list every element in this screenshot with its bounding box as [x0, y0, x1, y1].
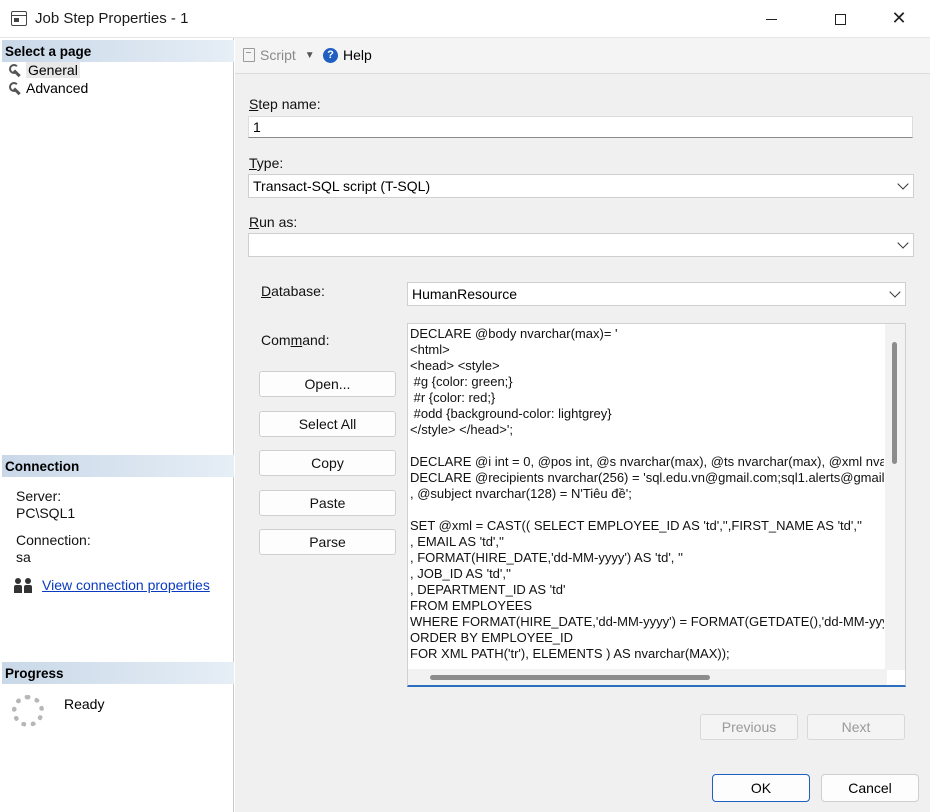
command-line: [410, 502, 884, 518]
help-button[interactable]: ? Help: [323, 47, 372, 63]
wrench-icon: [8, 81, 22, 95]
run-as-select[interactable]: [248, 233, 914, 257]
ok-button-label: OK: [750, 780, 772, 796]
chevron-down-icon: [897, 178, 909, 190]
command-line: FOR XML PATH('tr'), ELEMENTS ) AS nvarch…: [410, 646, 730, 661]
maximize-button[interactable]: [817, 0, 863, 38]
copy-button[interactable]: Copy: [259, 450, 396, 476]
window-icon: [11, 11, 27, 26]
command-line: #g {color: green;}: [410, 374, 513, 389]
close-icon: ✕: [891, 8, 907, 29]
minimize-icon: [765, 18, 777, 20]
command-line: , DEPARTMENT_ID AS 'td': [410, 582, 566, 597]
step-name-label: Step name:: [249, 96, 321, 112]
connection-header: Connection: [2, 455, 234, 477]
type-label: Type:: [249, 155, 284, 171]
step-name-input[interactable]: 1: [248, 116, 913, 138]
chevron-down-icon: [889, 286, 901, 298]
command-line: , @subject nvarchar(128) = N'Tiêu đề';: [410, 486, 632, 501]
command-line: #odd {background-color: lightgrey}: [410, 406, 612, 421]
command-line: , FORMAT(HIRE_DATE,'dd-MM-yyyy') AS 'td'…: [410, 550, 683, 565]
next-button-label: Next: [841, 719, 871, 735]
chevron-down-icon[interactable]: ▼: [305, 50, 315, 61]
command-line: <html>: [410, 342, 450, 357]
parse-button-label: Parse: [309, 534, 346, 550]
server-value: PC\SQL1: [16, 505, 76, 521]
command-line: DECLARE @recipients nvarchar(256) = 'sql…: [410, 470, 884, 485]
window-title: Job Step Properties - 1: [35, 10, 189, 27]
script-label: Script: [260, 47, 296, 63]
command-line: #r {color: red;}: [410, 390, 496, 405]
paste-button[interactable]: Paste: [259, 490, 396, 516]
progress-spinner-icon: [12, 695, 44, 727]
select-all-button[interactable]: Select All: [259, 411, 396, 437]
dialog-button-bar: OK Cancel: [235, 772, 930, 812]
maximize-icon: [834, 13, 846, 25]
connection-label: Connection:: [16, 532, 91, 548]
connection-properties-icon: [14, 578, 36, 594]
command-textarea[interactable]: DECLARE @body nvarchar(max)= ' <html> <hea…: [407, 323, 906, 687]
close-button[interactable]: ✕: [876, 0, 922, 38]
progress-header: Progress: [2, 662, 234, 684]
vertical-scrollbar[interactable]: [885, 324, 905, 670]
type-select-value: Transact-SQL script (T-SQL): [253, 178, 431, 194]
help-label: Help: [343, 47, 372, 63]
server-label: Server:: [16, 488, 62, 504]
main-panel: Script ▼ ? Help Step name: 1 Type: Trans…: [235, 38, 930, 772]
database-label: Database:: [261, 283, 325, 299]
progress-status: Ready: [64, 696, 105, 712]
database-select[interactable]: HumanResource: [407, 282, 906, 306]
paste-button-label: Paste: [309, 495, 346, 511]
command-line: DECLARE @body nvarchar(max)= ': [410, 326, 618, 341]
cancel-button-label: Cancel: [848, 780, 892, 796]
command-line: WHERE FORMAT(HIRE_DATE,'dd-MM-yyyy') = F…: [410, 614, 884, 629]
next-button[interactable]: Next: [807, 714, 905, 740]
view-connection-properties-link[interactable]: View connection properties: [42, 577, 210, 593]
command-label: Command:: [261, 332, 330, 348]
command-line: <head> <style>: [410, 358, 500, 373]
vertical-scroll-thumb[interactable]: [892, 342, 897, 464]
horizontal-scroll-thumb[interactable]: [430, 675, 710, 680]
page-item-general[interactable]: General: [8, 62, 80, 78]
connection-value: sa: [16, 549, 31, 565]
command-line: </style> </head>';: [410, 422, 513, 437]
copy-button-label: Copy: [311, 455, 344, 471]
command-line: , EMAIL AS 'td','': [410, 534, 504, 549]
previous-button[interactable]: Previous: [700, 714, 798, 740]
command-line: ORDER BY EMPLOYEE_ID: [410, 630, 574, 645]
page-item-advanced[interactable]: Advanced: [8, 80, 88, 96]
title-bar: Job Step Properties - 1 ✕: [0, 0, 930, 38]
command-line: FROM EMPLOYEES: [410, 598, 533, 613]
cancel-button[interactable]: Cancel: [821, 774, 919, 802]
command-line: , JOB_ID AS 'td','': [410, 566, 511, 581]
parse-button[interactable]: Parse: [259, 529, 396, 555]
select-all-button-label: Select All: [298, 416, 357, 432]
select-page-header: Select a page: [2, 40, 234, 62]
previous-button-label: Previous: [721, 719, 777, 735]
run-as-label: Run as:: [249, 214, 298, 230]
script-icon: [243, 48, 255, 62]
horizontal-scrollbar[interactable]: [408, 669, 887, 685]
command-line: [410, 438, 884, 454]
left-panel: Select a page General Advanced Connectio…: [0, 38, 234, 812]
toolbar: Script ▼ ? Help: [235, 38, 930, 74]
page-item-label: General: [26, 62, 80, 78]
command-line: SET @xml = CAST(( SELECT EMPLOYEE_ID AS …: [410, 518, 862, 533]
command-line: DECLARE @i int = 0, @pos int, @s nvarcha…: [410, 454, 884, 469]
wrench-icon: [8, 63, 22, 77]
minimize-button[interactable]: [748, 0, 794, 38]
script-button[interactable]: Script ▼: [243, 47, 315, 63]
help-icon: ?: [323, 47, 338, 63]
open-button-label: Open...: [304, 376, 351, 392]
open-button[interactable]: Open...: [259, 371, 396, 397]
chevron-down-icon: [897, 237, 909, 249]
ok-button[interactable]: OK: [712, 774, 810, 802]
page-item-label: Advanced: [26, 80, 89, 96]
database-select-value: HumanResource: [412, 286, 518, 302]
type-select[interactable]: Transact-SQL script (T-SQL): [248, 174, 914, 198]
command-text[interactable]: DECLARE @body nvarchar(max)= ' <html> <hea…: [410, 326, 884, 662]
